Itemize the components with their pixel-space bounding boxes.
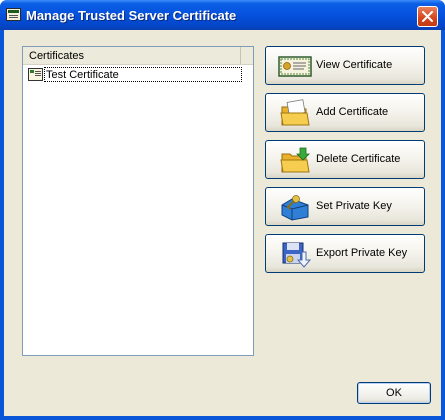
export-private-key-button[interactable]: Export Private Key [265, 234, 425, 273]
key-box-icon [281, 195, 309, 221]
folder-add-icon [280, 99, 310, 126]
certificate-icon [278, 56, 312, 77]
close-icon [422, 11, 433, 22]
certificate-icon [6, 8, 21, 21]
export-private-key-label: Export Private Key [316, 247, 408, 259]
list-item-label: Test Certificate [44, 67, 242, 82]
window-border-bottom [0, 416, 445, 420]
view-certificate-button[interactable]: View Certificate [265, 46, 425, 85]
dialog-body: Certificates Test Certificate View Certi… [4, 30, 441, 416]
certificates-list[interactable]: Certificates Test Certificate [22, 46, 254, 356]
add-certificate-label: Add Certificate [316, 106, 389, 118]
certificate-icon [28, 68, 43, 81]
set-private-key-label: Set Private Key [316, 200, 392, 212]
set-private-key-button[interactable]: Set Private Key [265, 187, 425, 226]
close-button[interactable] [417, 6, 438, 27]
folder-delete-icon [280, 147, 310, 173]
window-title: Manage Trusted Server Certificate [26, 8, 237, 23]
delete-certificate-label: Delete Certificate [316, 153, 401, 165]
export-key-icon [282, 242, 312, 268]
add-certificate-button[interactable]: Add Certificate [265, 93, 425, 132]
dialog-window: Manage Trusted Server Certificate Certif… [0, 0, 445, 420]
list-item[interactable]: Test Certificate [27, 67, 243, 83]
ok-button[interactable]: OK [357, 382, 431, 404]
delete-certificate-button[interactable]: Delete Certificate [265, 140, 425, 179]
list-header: Certificates [23, 47, 253, 65]
column-header-certificates[interactable]: Certificates [23, 47, 241, 64]
list-header-filler [242, 47, 253, 64]
title-bar[interactable]: Manage Trusted Server Certificate [0, 0, 445, 30]
view-certificate-label: View Certificate [316, 59, 393, 71]
